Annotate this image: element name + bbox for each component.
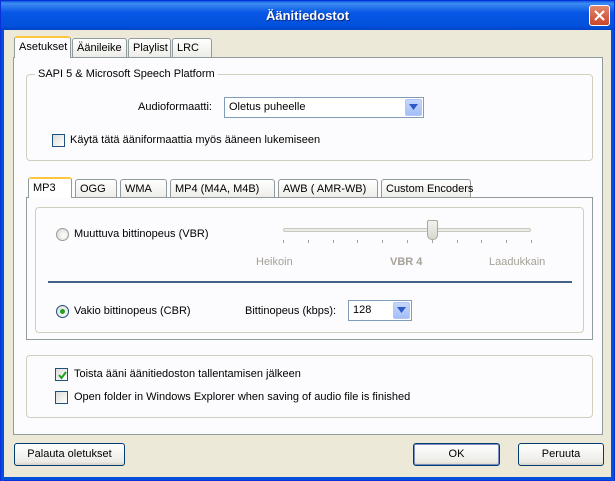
tab-awb[interactable]: AWB ( AMR-WB) — [278, 179, 378, 199]
audio-format-label: Audioformaatti: — [138, 101, 212, 113]
vbr-slider-tick — [506, 240, 508, 243]
vbr-slider-thumb[interactable] — [426, 220, 438, 240]
mp3-panel: Muuttuva bittinopeus (VBR) Heikoin VBR 4… — [26, 197, 593, 340]
vbr-slider-tick — [531, 240, 532, 243]
frame-right — [611, 30, 614, 481]
vbr-slider-tick — [283, 240, 284, 243]
open-folder-label: Open folder in Windows Explorer when sav… — [74, 391, 411, 403]
audio-format-select[interactable]: Oletus puheelle — [224, 97, 424, 118]
dialog-window: Äänitiedostot Asetukset Äänileike Playli… — [0, 0, 615, 481]
vbr-slider-tick — [307, 240, 309, 243]
mode-separator — [48, 281, 572, 283]
sapi-group: SAPI 5 & Microsoft Speech Platform Audio… — [26, 68, 593, 161]
sapi-group-title: SAPI 5 & Microsoft Speech Platform — [35, 68, 218, 80]
close-button[interactable] — [589, 5, 610, 26]
play-after-checkbox[interactable] — [55, 368, 68, 381]
vbr-value-label: VBR 4 — [390, 256, 423, 268]
tab-ogg[interactable]: OGG — [75, 179, 117, 199]
vbr-label: Muuttuva bittinopeus (VBR) — [74, 228, 209, 240]
options-group: Toista ääni äänitiedoston tallentamisen … — [26, 355, 593, 418]
audio-format-value: Oletus puheelle — [229, 101, 306, 113]
use-format-checkbox[interactable] — [52, 134, 65, 147]
tab-lrc[interactable]: LRC — [172, 38, 212, 58]
tab-mp4[interactable]: MP4 (M4A, M4B) — [170, 179, 275, 199]
vbr-radio[interactable] — [56, 228, 69, 241]
open-folder-checkbox[interactable] — [55, 391, 68, 404]
tab-custom-encoders[interactable]: Custom Encoders — [381, 179, 473, 199]
vbr-slider-tick — [407, 240, 408, 243]
vbr-slider-tick — [431, 240, 433, 243]
vbr-slider-tick — [357, 240, 359, 243]
settings-panel: SAPI 5 & Microsoft Speech Platform Audio… — [13, 57, 603, 435]
vbr-slider-track[interactable] — [283, 228, 531, 232]
vbr-slider-tick — [332, 240, 334, 243]
vbr-slider-tick — [382, 240, 384, 243]
vbr-slider-tick — [456, 240, 458, 243]
cbr-label: Vakio bittinopeus (CBR) — [74, 305, 191, 317]
tab-wma[interactable]: WMA — [120, 179, 167, 199]
tab-aanileike[interactable]: Äänileike — [72, 38, 127, 58]
bitrate-select[interactable]: 128 — [348, 300, 412, 321]
bitrate-value: 128 — [353, 304, 372, 316]
play-after-label: Toista ääni äänitiedoston tallentamisen … — [74, 368, 301, 380]
frame-bottom — [1, 477, 614, 480]
vbr-slider-tick — [481, 240, 483, 243]
tab-mp3[interactable]: MP3 — [28, 177, 72, 198]
vbr-max-label: Laadukkain — [489, 256, 546, 268]
ok-button[interactable]: OK — [413, 443, 500, 466]
checkmark-icon — [58, 371, 67, 380]
reset-defaults-button[interactable]: Palauta oletukset — [14, 443, 125, 466]
frame-left — [1, 30, 4, 481]
bitrate-label: Bittinopeus (kbps): — [245, 305, 337, 317]
chevron-down-icon — [409, 104, 418, 110]
tab-playlist[interactable]: Playlist — [128, 38, 171, 58]
cbr-radio[interactable] — [56, 305, 69, 318]
window-title: Äänitiedostot — [265, 8, 350, 23]
bitrate-group: Muuttuva bittinopeus (VBR) Heikoin VBR 4… — [35, 207, 584, 333]
chevron-down-icon — [397, 307, 406, 313]
title-bar[interactable]: Äänitiedostot — [1, 1, 614, 30]
vbr-min-label: Heikoin — [256, 256, 293, 268]
close-icon — [594, 10, 605, 21]
cancel-button[interactable]: Peruuta — [518, 443, 604, 466]
use-format-label: Käytä tätä ääniformaattia myös ääneen lu… — [70, 134, 321, 146]
bitrate-dropdown-button[interactable] — [393, 302, 410, 319]
audio-format-dropdown-button[interactable] — [405, 99, 422, 116]
tab-asetukset[interactable]: Asetukset — [14, 36, 71, 58]
